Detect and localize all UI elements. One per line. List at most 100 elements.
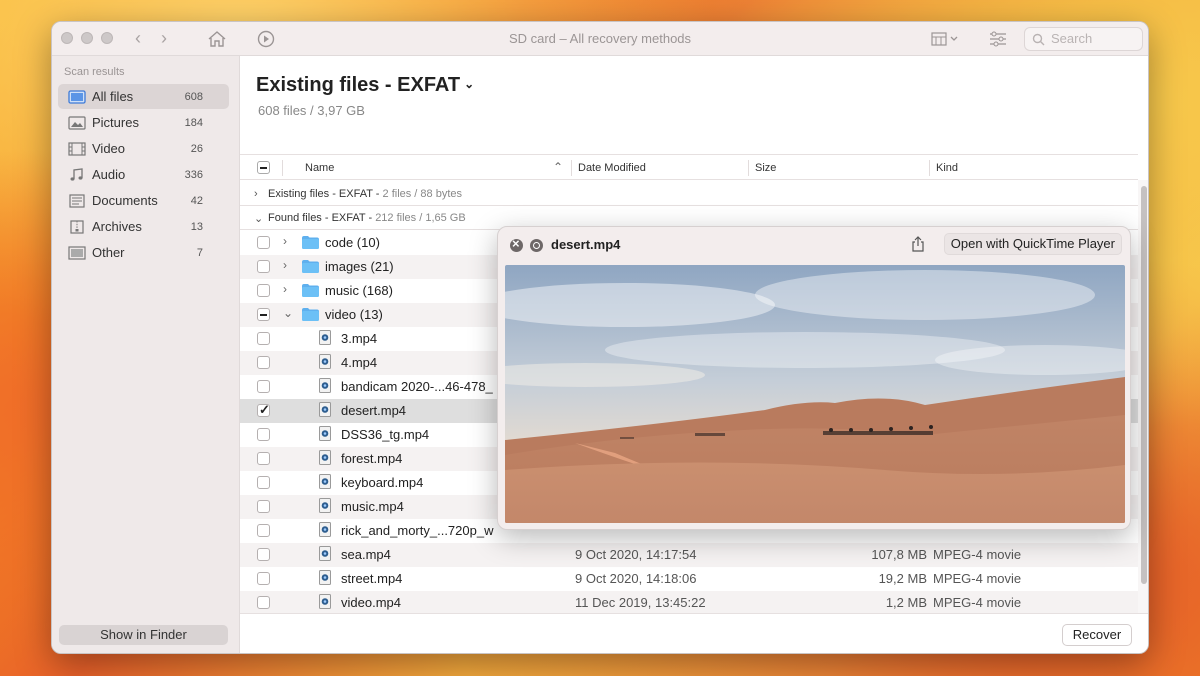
chevron-right-icon[interactable]: › <box>283 282 287 296</box>
row-checkbox[interactable] <box>257 500 270 513</box>
folder-icon <box>302 284 319 297</box>
table-header: Name ⌃ Date Modified Size Kind <box>240 154 1138 180</box>
video-file-icon <box>319 498 331 513</box>
show-in-finder-button[interactable]: Show in Finder <box>59 625 228 645</box>
file-name: code (10) <box>325 235 380 250</box>
video-file-icon <box>319 354 331 369</box>
sidebar-item-count: 26 <box>190 142 203 155</box>
chevron-down-icon[interactable]: ⌄ <box>283 306 293 320</box>
row-checkbox[interactable] <box>257 452 270 465</box>
desert-video-frame <box>505 265 1125 523</box>
row-checkbox[interactable] <box>257 380 270 393</box>
file-kind: MPEG-4 movie <box>933 571 1022 586</box>
sidebar-item-audio[interactable]: Audio 336 <box>58 162 229 187</box>
close-preview-icon[interactable] <box>510 236 523 252</box>
select-all-checkbox[interactable] <box>257 161 270 174</box>
sidebar-item-label: All files <box>92 89 134 104</box>
row-checkbox[interactable] <box>257 428 270 441</box>
row-checkbox[interactable] <box>257 308 270 321</box>
view-mode-icon[interactable] <box>928 28 964 50</box>
sidebar-item-count: 42 <box>190 194 203 207</box>
chevron-right-icon[interactable]: › <box>283 258 287 272</box>
filter-settings-icon[interactable] <box>985 28 1011 50</box>
file-name: music (168) <box>325 283 393 298</box>
close-window-button[interactable] <box>61 32 73 44</box>
row-checkbox[interactable] <box>257 572 270 585</box>
sidebar-heading: Scan results <box>64 66 125 78</box>
table-row[interactable]: street.mp4 9 Oct 2020, 14:18:06 19,2 MB MPE… <box>240 567 1138 591</box>
stop-preview-icon[interactable] <box>530 239 543 252</box>
group-label: Found files - EXFAT - 212 files / 1,65 G… <box>268 212 466 224</box>
other-icon <box>68 245 86 260</box>
file-date: 9 Oct 2020, 14:18:06 <box>575 571 697 586</box>
row-checkbox[interactable] <box>257 524 270 537</box>
column-divider <box>929 160 930 176</box>
sort-ascending-icon[interactable]: ⌃ <box>553 160 563 174</box>
open-with-quicktime-button[interactable]: Open with QuickTime Player <box>943 233 1122 255</box>
column-header-size[interactable]: Size <box>755 162 776 174</box>
sidebar-item-count: 7 <box>196 246 203 259</box>
page-title-text: Existing files - EXFAT <box>256 74 461 96</box>
sidebar-item-label: Documents <box>92 193 158 208</box>
table-row[interactable]: sea.mp4 9 Oct 2020, 14:17:54 107,8 MB MPEG-… <box>240 543 1138 567</box>
sidebar-item-label: Archives <box>92 219 142 234</box>
sidebar-item-label: Other <box>92 245 125 260</box>
group-title: Found files - EXFAT - <box>268 212 376 224</box>
sidebar-item-documents[interactable]: Documents 42 <box>58 188 229 213</box>
row-checkbox[interactable] <box>257 356 270 369</box>
sidebar-item-archives[interactable]: Archives 13 <box>58 214 229 239</box>
row-checkbox[interactable] <box>257 596 270 609</box>
chevron-down-icon[interactable]: ⌄ <box>254 212 263 225</box>
column-header-date[interactable]: Date Modified <box>578 162 646 174</box>
forward-arrow-icon[interactable]: › <box>154 28 174 49</box>
table-row[interactable]: video.mp4 11 Dec 2019, 13:45:22 1,2 MB MPEG… <box>240 591 1138 615</box>
sidebar-item-pictures[interactable]: Pictures 184 <box>58 110 229 135</box>
file-date: 11 Dec 2019, 13:45:22 <box>575 595 706 610</box>
group-label: Existing files - EXFAT - 2 files / 88 by… <box>268 188 462 200</box>
sidebar-item-count: 13 <box>190 220 203 233</box>
video-file-icon <box>319 546 331 561</box>
recover-button[interactable]: Recover <box>1062 624 1132 646</box>
row-checkbox[interactable] <box>257 236 270 249</box>
back-arrow-icon[interactable]: ‹ <box>128 28 148 49</box>
sidebar-item-label: Audio <box>92 167 126 182</box>
row-checkbox[interactable] <box>257 476 270 489</box>
search-input[interactable]: Search <box>1024 27 1143 51</box>
sidebar-item-all-files[interactable]: All files 608 <box>58 84 229 109</box>
all-files-icon <box>68 89 86 104</box>
file-date: 9 Oct 2020, 14:17:54 <box>575 547 697 562</box>
sidebar-item-other[interactable]: Other 7 <box>58 240 229 265</box>
column-header-name[interactable]: Name <box>305 162 334 174</box>
video-file-icon <box>319 426 331 441</box>
quick-look-preview: desert.mp4 Open with QuickTime Player <box>497 226 1131 530</box>
chevron-right-icon[interactable]: › <box>283 234 287 248</box>
sidebar-item-video[interactable]: Video 26 <box>58 136 229 161</box>
share-icon[interactable] <box>910 235 926 253</box>
page-title[interactable]: Existing files - EXFAT ⌄ <box>256 74 474 97</box>
minimize-window-button[interactable] <box>81 32 93 44</box>
file-name: music.mp4 <box>341 499 404 514</box>
chevron-right-icon[interactable]: › <box>254 188 258 200</box>
search-icon <box>1032 33 1045 46</box>
column-divider <box>282 160 283 176</box>
video-file-icon <box>319 378 331 393</box>
file-name: sea.mp4 <box>341 547 391 562</box>
group-row-existing[interactable]: › Existing files - EXFAT - 2 files / 88 … <box>240 184 1138 206</box>
row-checkbox[interactable] <box>257 402 270 418</box>
history-icon[interactable] <box>253 28 279 50</box>
scrollbar-thumb[interactable] <box>1141 186 1147 584</box>
video-file-icon <box>319 522 331 537</box>
row-checkbox[interactable] <box>257 260 270 273</box>
documents-icon <box>69 193 85 208</box>
video-file-icon <box>319 450 331 465</box>
home-icon[interactable] <box>204 28 230 50</box>
file-kind: MPEG-4 movie <box>933 595 1022 610</box>
zoom-window-button[interactable] <box>101 32 113 44</box>
bottom-bar: Recover <box>240 613 1148 653</box>
column-header-kind[interactable]: Kind <box>936 162 958 174</box>
file-kind: MPEG-4 movie <box>933 547 1022 562</box>
row-checkbox[interactable] <box>257 284 270 297</box>
row-checkbox[interactable] <box>257 548 270 561</box>
row-checkbox[interactable] <box>257 332 270 345</box>
file-name: keyboard.mp4 <box>341 475 424 490</box>
